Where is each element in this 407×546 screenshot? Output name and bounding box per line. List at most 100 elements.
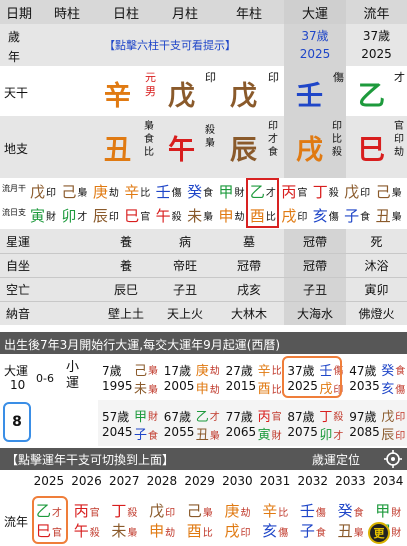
xiaoyun-label[interactable]: 小運 xyxy=(66,360,80,392)
liu-cell[interactable]: 戊印 xyxy=(344,180,375,202)
liu-cell[interactable]: 亥傷 xyxy=(313,204,344,226)
corner-badge[interactable]: 更 xyxy=(368,522,390,544)
liunian-item-gan-tag: 印 xyxy=(165,508,176,519)
liu-cell[interactable]: 壬傷 xyxy=(156,180,187,202)
dayun-item[interactable]: 47歲 2035 癸食亥傷 xyxy=(345,354,407,400)
liu-tag: 梟 xyxy=(77,187,88,199)
liu-cell[interactable]: 丁殺 xyxy=(313,180,344,202)
dayun-item-year: 2075 xyxy=(287,425,318,439)
liu-cell[interactable]: 丑梟 xyxy=(376,204,407,226)
dayun-item[interactable]: 57歲 2045 甲財子食 xyxy=(98,400,160,446)
dayun-item[interactable]: 67歲 2055 乙才丑梟 xyxy=(160,400,222,446)
liu-tag: 財 xyxy=(46,211,57,223)
dayun-branch-tags: 印比殺 xyxy=(332,121,342,158)
dayun-branch[interactable]: 戌 xyxy=(296,128,323,167)
dayun-item-gan-tag: 劫 xyxy=(209,366,220,377)
liunian-item-gan: 庚 xyxy=(224,502,240,520)
dayun-item-gan: 乙 xyxy=(195,410,209,425)
liunian-year: 2034 xyxy=(372,474,404,488)
liu-cell[interactable]: 戊印 xyxy=(30,180,61,202)
liu-cell[interactable]: 己梟 xyxy=(376,180,407,202)
liu-char: 午 xyxy=(155,206,171,225)
liu-cell[interactable]: 未梟 xyxy=(187,204,218,226)
dayun-item-zhi: 亥 xyxy=(381,382,395,397)
dayun-banner: 出生後7年3月開始行大運,每交大運年9月起運(西曆) xyxy=(0,332,407,354)
liunian-item-gan-tag: 財 xyxy=(391,508,402,519)
liunian-item[interactable]: 癸食丑梟 xyxy=(332,498,370,544)
dayun-item-zhi: 寅 xyxy=(257,428,271,443)
liunian-item-zhi: 申 xyxy=(149,522,165,540)
liu-cell[interactable]: 辰印 xyxy=(93,204,124,226)
liunian-year: 2026 xyxy=(71,474,102,488)
liu-cell[interactable]: 己梟 xyxy=(61,180,92,202)
xingyun-day: 養 xyxy=(119,234,132,249)
liu-cell[interactable]: 庚劫 xyxy=(93,180,124,202)
dayun-item-age: 57歲 xyxy=(102,410,130,424)
liunian-item-zhi: 子 xyxy=(299,522,315,540)
liu-cell[interactable]: 戌印 xyxy=(281,204,312,226)
day-stem[interactable]: 辛 xyxy=(104,74,131,113)
liunian-item-zhi-tag: 印 xyxy=(240,528,251,539)
liu-cell[interactable]: 辛比 xyxy=(124,180,155,202)
liu-cell[interactable]: 寅財 xyxy=(30,204,61,226)
dayun-item-gan-tag: 財 xyxy=(148,412,158,423)
liunian-item[interactable]: 戊印申劫 xyxy=(143,498,181,544)
liu-tag: 印 xyxy=(360,187,371,199)
liunian-stem-tag: 才 xyxy=(394,71,405,84)
month-stem[interactable]: 戊 xyxy=(168,74,195,113)
dayun-item[interactable]: 87歲 2075 丁殺卯才 xyxy=(283,400,345,446)
dayun-item[interactable]: 17歲 2005 庚劫申劫 xyxy=(160,354,222,400)
liu-char: 庚 xyxy=(92,182,108,201)
dayun-item-age: 27歲 xyxy=(225,364,253,378)
nayin-liunian: 佛燈火 xyxy=(358,306,395,321)
liu-char: 亥 xyxy=(312,206,328,225)
crosshair-icon[interactable] xyxy=(384,450,402,468)
year-stem[interactable]: 戊 xyxy=(230,74,257,113)
dayun-item-zhi-tag: 食 xyxy=(148,431,158,442)
liu-char: 戌 xyxy=(281,206,297,225)
dayun-selected-index[interactable]: 8 xyxy=(3,402,31,442)
header-month: 月柱 xyxy=(156,0,214,24)
dayun-item[interactable]: 77歲 2065 丙官寅財 xyxy=(222,400,284,446)
dayun-item-gan-tag: 食 xyxy=(395,366,406,377)
xingyun-month: 病 xyxy=(178,234,191,249)
dayun-year: 2025 xyxy=(299,47,331,61)
dayun-item-age: 97歲 xyxy=(349,410,377,424)
dayun-item-year: 2035 xyxy=(349,379,380,393)
dayun-item-age: 77歲 xyxy=(225,410,253,424)
liunian-stem[interactable]: 乙 xyxy=(358,74,385,113)
liunian-locate-label[interactable]: 歲運定位 xyxy=(312,451,360,468)
dayun-item[interactable]: 27歲 2015 辛比酉比 xyxy=(222,354,284,400)
age-label: 歲 xyxy=(8,30,21,44)
day-branch[interactable]: 丑 xyxy=(104,128,131,167)
dayun-item-zhi-tag: 才 xyxy=(333,431,344,442)
liunian-item[interactable]: 辛比亥傷 xyxy=(256,498,294,544)
dayun-item-year: 2065 xyxy=(225,425,257,439)
liunian-item[interactable]: 丙官午殺 xyxy=(68,498,106,544)
nayin-year: 大林木 xyxy=(230,306,267,321)
dayun-item-zhi-tag: 梟 xyxy=(148,385,158,396)
year-branch[interactable]: 辰 xyxy=(230,128,257,167)
hint-text[interactable]: 【點擊六柱干支可看提示】 xyxy=(80,36,260,54)
liunian-item[interactable]: 己梟酉比 xyxy=(181,498,219,544)
liunian-item[interactable]: 庚劫戌印 xyxy=(219,498,257,544)
liunian-item[interactable]: 丁殺未梟 xyxy=(105,498,143,544)
dayun-item[interactable]: 7歲 1995 己梟未梟 xyxy=(98,354,160,400)
liunian-branch[interactable]: 巳 xyxy=(358,128,385,167)
liunian-item[interactable]: 壬傷子食 xyxy=(294,498,332,544)
liuri-label: 流日支 xyxy=(2,208,26,217)
liu-cell[interactable]: 癸食 xyxy=(187,180,218,202)
liu-cell[interactable]: 卯才 xyxy=(61,204,92,226)
liunian-list-label: 流年 xyxy=(4,515,29,529)
liu-cell[interactable]: 午殺 xyxy=(156,204,187,226)
liu-cell[interactable]: 子食 xyxy=(344,204,375,226)
liuri-row: 寅財卯才辰印巳官午殺未梟申劫酉比戌印亥傷子食丑梟 xyxy=(30,204,407,226)
dayun-stem[interactable]: 壬 xyxy=(296,74,323,113)
dayun-item-gan: 丁 xyxy=(319,410,333,425)
liu-cell[interactable]: 丙官 xyxy=(281,180,312,202)
month-branch[interactable]: 午 xyxy=(168,128,195,167)
dayun-item[interactable]: 97歲 2085 戊印辰印 xyxy=(345,400,407,446)
liu-cell[interactable]: 巳官 xyxy=(124,204,155,226)
day-stem-tag1: 元 xyxy=(145,71,156,84)
dayun-item-gan: 戊 xyxy=(381,410,395,425)
